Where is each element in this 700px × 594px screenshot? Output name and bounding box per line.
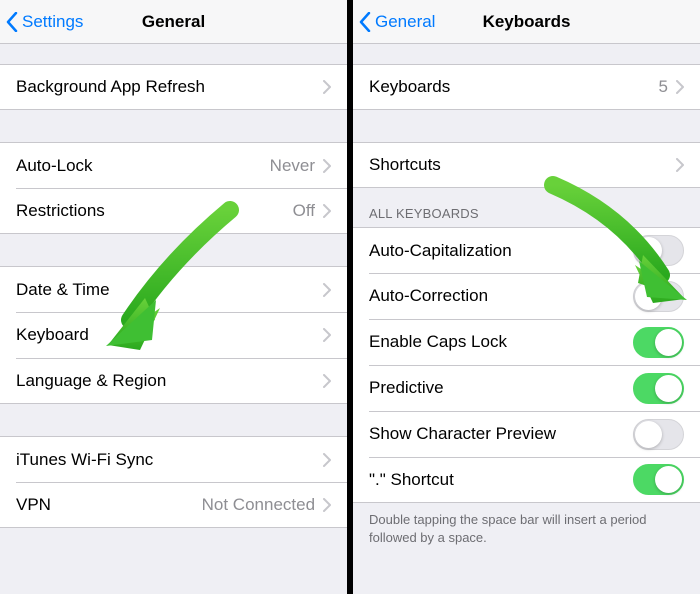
screenshot-frame: Settings General Background App Refresh … bbox=[0, 0, 700, 594]
chevron-right-icon bbox=[323, 283, 331, 297]
row-vpn[interactable]: VPN Not Connected bbox=[0, 482, 347, 528]
row-label: iTunes Wi-Fi Sync bbox=[16, 450, 323, 470]
row-label: Auto-Correction bbox=[369, 286, 633, 306]
row-label: Keyboards bbox=[369, 77, 659, 97]
row-label: Background App Refresh bbox=[16, 77, 323, 97]
navbar-keyboards: General Keyboards bbox=[353, 0, 700, 44]
page-title-general: General bbox=[142, 12, 205, 32]
row-label: Language & Region bbox=[16, 371, 323, 391]
toggle-predictive[interactable] bbox=[633, 373, 684, 404]
row-label: Date & Time bbox=[16, 280, 323, 300]
panel-general: Settings General Background App Refresh … bbox=[0, 0, 347, 594]
chevron-right-icon bbox=[323, 498, 331, 512]
back-to-settings[interactable]: Settings bbox=[6, 0, 83, 44]
row-auto-lock[interactable]: Auto-Lock Never bbox=[0, 142, 347, 188]
row-auto-capitalization[interactable]: Auto-Capitalization bbox=[353, 227, 700, 273]
row-detail: Off bbox=[293, 201, 315, 221]
row-label: VPN bbox=[16, 495, 202, 515]
row-period-shortcut[interactable]: "." Shortcut bbox=[353, 457, 700, 503]
row-detail: Never bbox=[270, 156, 315, 176]
row-label: Auto-Capitalization bbox=[369, 241, 633, 261]
group-gap bbox=[0, 234, 347, 266]
group-gap bbox=[0, 110, 347, 142]
chevron-right-icon bbox=[323, 453, 331, 467]
toggle-show-character-preview[interactable] bbox=[633, 419, 684, 450]
row-label: Predictive bbox=[369, 378, 633, 398]
back-to-general[interactable]: General bbox=[359, 0, 435, 44]
back-label: General bbox=[375, 12, 435, 32]
group-gap bbox=[0, 404, 347, 436]
chevron-right-icon bbox=[323, 204, 331, 218]
row-label: Shortcuts bbox=[369, 155, 676, 175]
section-header-all-keyboards: ALL KEYBOARDS bbox=[353, 188, 700, 227]
row-detail: 5 bbox=[659, 77, 668, 97]
row-enable-caps-lock[interactable]: Enable Caps Lock bbox=[353, 319, 700, 365]
row-predictive[interactable]: Predictive bbox=[353, 365, 700, 411]
toggle-period-shortcut[interactable] bbox=[633, 464, 684, 495]
toggle-auto-capitalization[interactable] bbox=[633, 235, 684, 266]
row-keyboard[interactable]: Keyboard bbox=[0, 312, 347, 358]
row-auto-correction[interactable]: Auto-Correction bbox=[353, 273, 700, 319]
back-label: Settings bbox=[22, 12, 83, 32]
group-gap bbox=[353, 44, 700, 64]
toggle-enable-caps-lock[interactable] bbox=[633, 327, 684, 358]
row-label: Restrictions bbox=[16, 201, 293, 221]
chevron-right-icon bbox=[323, 159, 331, 173]
section-footer-period-shortcut: Double tapping the space bar will insert… bbox=[353, 503, 700, 564]
row-label: Keyboard bbox=[16, 325, 323, 345]
row-language-region[interactable]: Language & Region bbox=[0, 358, 347, 404]
row-label: Enable Caps Lock bbox=[369, 332, 633, 352]
group-gap bbox=[353, 110, 700, 142]
toggle-auto-correction[interactable] bbox=[633, 281, 684, 312]
panel-keyboards: General Keyboards Keyboards 5 Shortcuts … bbox=[353, 0, 700, 594]
row-restrictions[interactable]: Restrictions Off bbox=[0, 188, 347, 234]
chevron-right-icon bbox=[676, 158, 684, 172]
row-itunes-wifi-sync[interactable]: iTunes Wi-Fi Sync bbox=[0, 436, 347, 482]
row-keyboards-count[interactable]: Keyboards 5 bbox=[353, 64, 700, 110]
row-label: Auto-Lock bbox=[16, 156, 270, 176]
chevron-left-icon bbox=[6, 12, 18, 32]
row-detail: Not Connected bbox=[202, 495, 315, 515]
chevron-left-icon bbox=[359, 12, 371, 32]
page-title-keyboards: Keyboards bbox=[483, 12, 571, 32]
chevron-right-icon bbox=[323, 374, 331, 388]
row-shortcuts[interactable]: Shortcuts bbox=[353, 142, 700, 188]
navbar-general: Settings General bbox=[0, 0, 347, 44]
chevron-right-icon bbox=[323, 80, 331, 94]
row-show-character-preview[interactable]: Show Character Preview bbox=[353, 411, 700, 457]
group-gap bbox=[0, 44, 347, 64]
chevron-right-icon bbox=[676, 80, 684, 94]
row-date-time[interactable]: Date & Time bbox=[0, 266, 347, 312]
chevron-right-icon bbox=[323, 328, 331, 342]
row-label: Show Character Preview bbox=[369, 424, 633, 444]
row-background-app-refresh[interactable]: Background App Refresh bbox=[0, 64, 347, 110]
row-label: "." Shortcut bbox=[369, 470, 633, 490]
